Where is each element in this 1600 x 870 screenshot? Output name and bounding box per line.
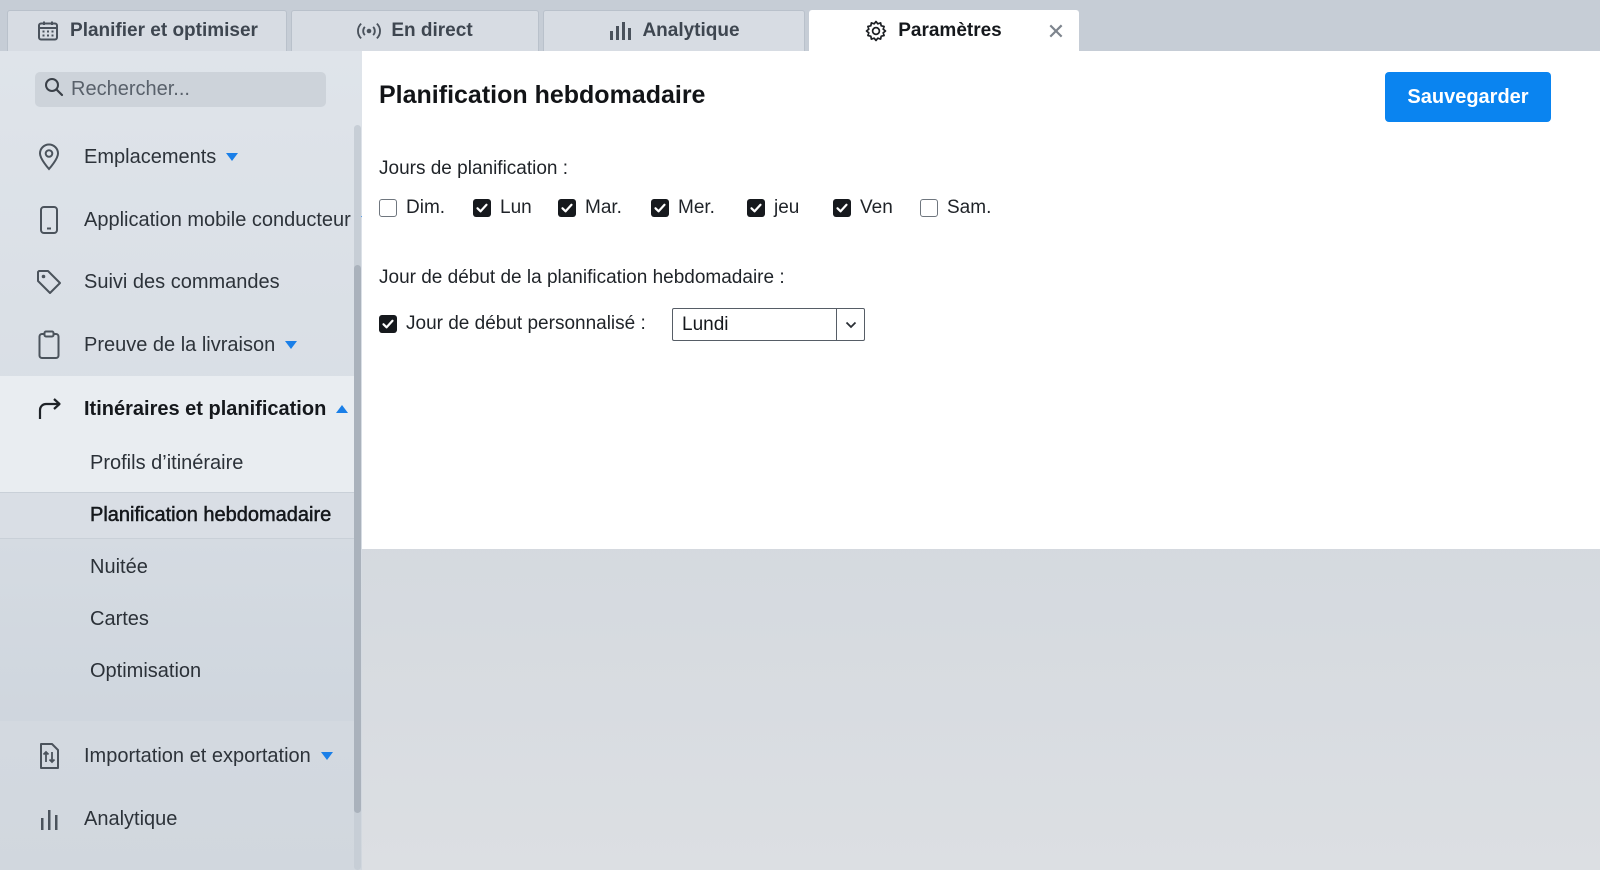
day-checkbox[interactable]: Sam. [920, 197, 991, 219]
sidebar-scrollbar-thumb[interactable] [354, 265, 361, 813]
sidebar-subitem-optimisation[interactable]: Optimisation [0, 648, 355, 694]
search-box[interactable] [35, 72, 326, 107]
checkbox-label: Mar. [585, 197, 622, 218]
sidebar-subitem-profils[interactable]: Profils d’itinéraire [0, 440, 355, 486]
tab-label: Analytique [642, 20, 740, 41]
checkbox-label: Jour de début personnalisé : [406, 313, 646, 334]
checkbox-label: Dim. [406, 197, 446, 218]
checkbox-checked-icon[interactable] [833, 199, 851, 217]
mobile-phone-icon [34, 205, 64, 235]
chevron-up-icon[interactable] [336, 405, 349, 414]
checkbox-checked-icon[interactable] [651, 199, 669, 217]
search-input[interactable] [71, 78, 311, 101]
sidebar-subitem-label: Nuitée [90, 555, 148, 578]
chevron-down-icon[interactable] [836, 309, 864, 340]
save-button[interactable]: Sauvegarder [1385, 72, 1551, 122]
day-checkbox[interactable]: Ven [833, 197, 893, 219]
tab-label: En direct [391, 20, 473, 41]
checkbox-checked-icon[interactable] [747, 199, 765, 217]
chevron-down-icon[interactable] [285, 341, 298, 350]
sidebar-item-preuve-livraison[interactable]: Preuve de la livraison [0, 313, 355, 377]
sidebar-subitem-label: Optimisation [90, 659, 202, 682]
checkbox-unchecked-icon[interactable] [920, 199, 938, 217]
sidebar-subitem-cartes[interactable]: Cartes [0, 596, 355, 642]
custom-start-day-checkbox[interactable]: Jour de début personnalisé : [379, 313, 646, 335]
gear-icon [864, 19, 888, 43]
sidebar-item-suivi-commandes[interactable]: Suivi des commandes [0, 250, 355, 314]
sidebar-subitem-nuitee[interactable]: Nuitée [0, 544, 355, 590]
sidebar-item-application-mobile[interactable]: Application mobile conducteur [0, 188, 362, 252]
checkbox-label: Lun [500, 197, 532, 218]
sidebar-item-label: Suivi des commandes [84, 270, 280, 293]
chevron-down-icon[interactable] [320, 752, 333, 761]
planning-days-label: Jours de planification : [379, 158, 569, 179]
tab-label: Paramètres [898, 20, 1002, 41]
page-title: Planification hebdomadaire [379, 81, 706, 109]
day-checkbox[interactable]: Mar. [558, 197, 622, 219]
select-value: Lundi [682, 313, 729, 335]
sidebar-item-label: Itinéraires et planification [84, 397, 327, 420]
broadcast-icon [357, 19, 382, 43]
day-checkbox[interactable]: Lun [473, 197, 532, 219]
tab-en-direct[interactable]: En direct [291, 10, 539, 51]
tab-planifier[interactable]: Planifier et optimiser [7, 10, 287, 51]
tab-label: Planifier et optimiser [70, 20, 258, 41]
day-checkbox[interactable]: Dim. [379, 197, 445, 219]
map-pin-icon [34, 142, 64, 172]
checkbox-checked-icon[interactable] [473, 199, 491, 217]
sidebar-item-import-export[interactable]: Importation et exportation [0, 724, 355, 788]
checkbox-unchecked-icon[interactable] [379, 199, 397, 217]
sidebar-item-analytique[interactable]: Analytique [0, 787, 355, 851]
sidebar-item-label: Analytique [84, 807, 178, 830]
sidebar-subitem-label: Cartes [90, 607, 149, 630]
day-checkbox[interactable]: jeu [747, 197, 799, 219]
search-icon [44, 77, 64, 102]
start-day-select[interactable]: Lundi [672, 308, 865, 341]
checkbox-label: jeu [774, 197, 800, 218]
bar-chart-icon [608, 19, 632, 43]
sidebar-item-label: Emplacements [84, 145, 217, 168]
chevron-down-icon[interactable] [226, 153, 239, 162]
sidebar-subitem-label: Planification hebdomadaire [90, 504, 332, 527]
checkbox-label: Sam. [947, 197, 992, 218]
tag-icon [34, 267, 64, 297]
settings-panel: Planification hebdomadaire Sauvegarder J… [362, 51, 1600, 549]
route-arrow-icon [34, 394, 64, 424]
close-icon[interactable]: ✕ [1044, 19, 1068, 44]
bar-chart-icon [34, 804, 64, 834]
day-checkbox[interactable]: Mer. [651, 197, 715, 219]
sidebar-subitem-label: Profils d’itinéraire [90, 451, 244, 474]
tab-bar: Planifier et optimiser En direct Analyti… [0, 0, 1600, 51]
start-day-label: Jour de début de la planification hebdom… [379, 267, 785, 288]
clipboard-icon [34, 330, 64, 360]
sidebar-item-emplacements[interactable]: Emplacements [0, 125, 355, 189]
sidebar-item-label: Importation et exportation [84, 744, 311, 767]
sidebar-item-label: Preuve de la livraison [84, 333, 276, 356]
calendar-icon [36, 19, 60, 43]
tab-parametres[interactable]: Paramètres ✕ [809, 10, 1079, 51]
checkbox-checked-icon[interactable] [558, 199, 576, 217]
sidebar-item-label: Application mobile conducteur [84, 208, 351, 231]
tab-analytique[interactable]: Analytique [543, 10, 805, 51]
sidebar: Emplacements Application mobile conducte… [0, 51, 362, 870]
sidebar-subitem-planification[interactable]: Planification hebdomadaire [0, 492, 355, 539]
import-export-icon [34, 741, 64, 771]
checkbox-label: Mer. [678, 197, 715, 218]
checkbox-label: Ven [860, 197, 893, 218]
checkbox-checked-icon[interactable] [379, 315, 397, 333]
sidebar-item-itineraires[interactable]: Itinéraires et planification [0, 377, 355, 441]
